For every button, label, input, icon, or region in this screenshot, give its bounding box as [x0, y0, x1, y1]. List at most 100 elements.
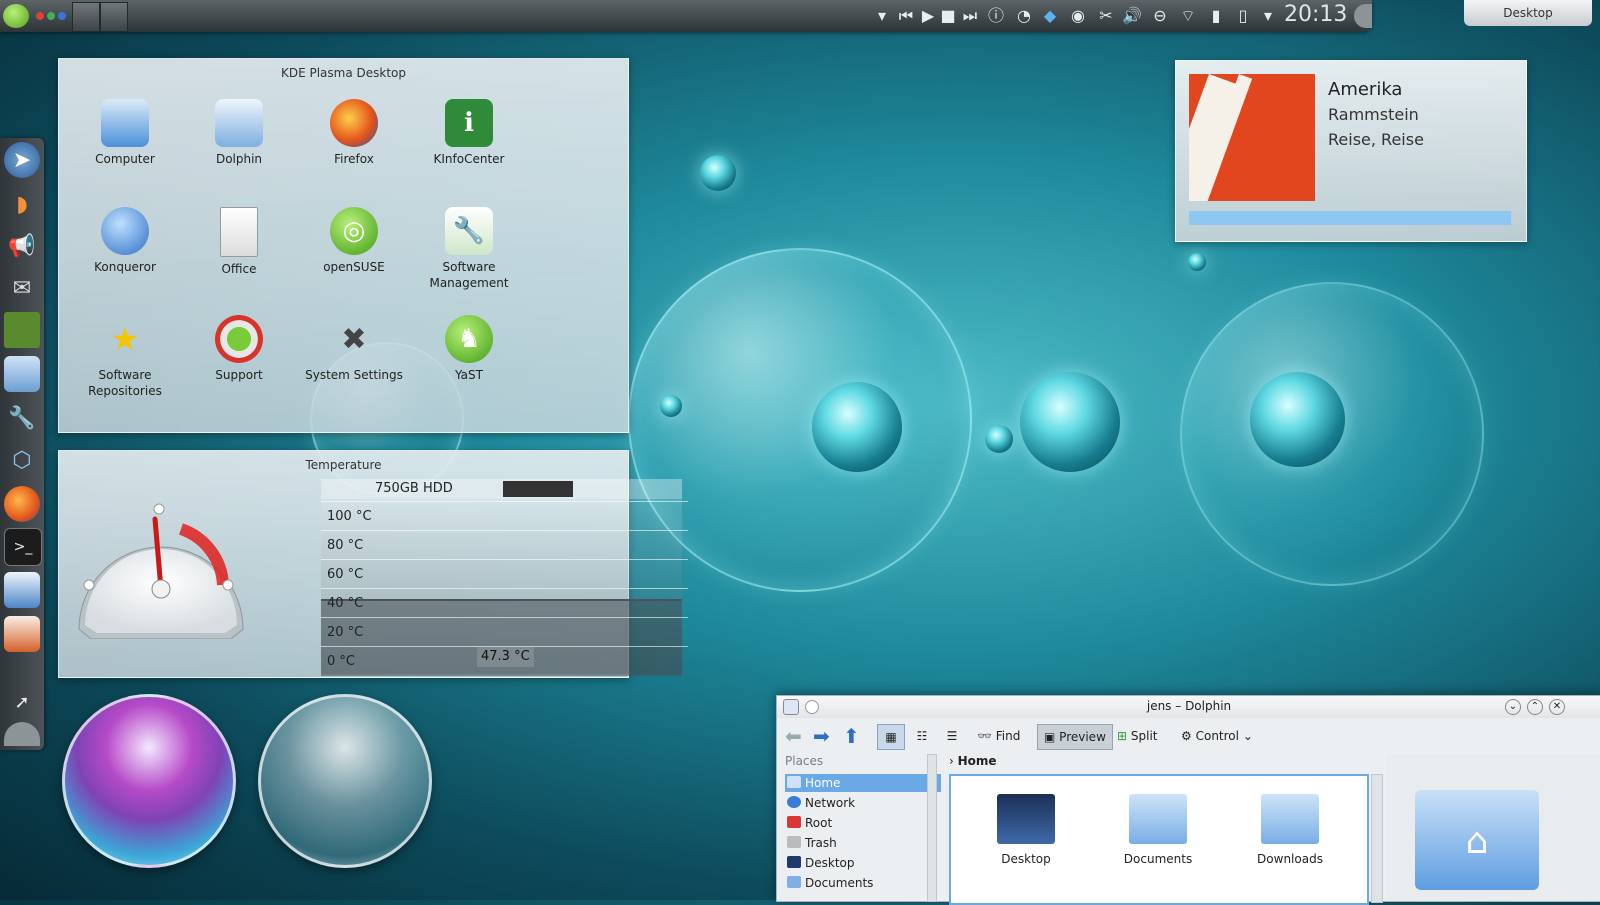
place-root[interactable]: Root — [785, 814, 941, 832]
empty-bubble-widget[interactable] — [258, 694, 432, 868]
find-button[interactable]: 👓 Find — [977, 724, 1020, 748]
app-software-repositories[interactable]: ★ Software Repositories — [69, 315, 181, 399]
compact-view-button[interactable]: ☷ — [909, 724, 935, 748]
breadcrumb-home[interactable]: Home — [958, 754, 997, 768]
file-view[interactable]: Desktop Documents Downloads — [949, 774, 1369, 905]
control-button[interactable]: ⚙ Control ⌄ — [1181, 724, 1253, 748]
forward-arrow-icon[interactable]: ➡ — [813, 724, 830, 748]
app-konqueror[interactable]: Konqueror — [69, 207, 181, 275]
play-icon[interactable]: ▶ — [918, 6, 938, 26]
clock[interactable]: 20:13 — [1284, 2, 1347, 27]
stop-icon[interactable]: ■ — [938, 6, 958, 26]
dock-kmail-icon[interactable]: ➤ — [4, 142, 40, 178]
preview-button[interactable]: ▣ Preview — [1037, 724, 1113, 750]
app-firefox[interactable]: Firefox — [298, 99, 410, 167]
title-bar[interactable]: jens – Dolphin ⌄ ⌃ ✕ — [777, 696, 1600, 718]
left-dock: ➤ ◗ 📢 ✉ 🔧 ⬡ >_ ➚ — [0, 138, 44, 750]
dock-impress-icon[interactable] — [4, 616, 40, 652]
dropbox-icon[interactable]: ◆ — [1040, 6, 1060, 26]
yast-icon: ♞ — [445, 315, 493, 363]
split-icon: ⊞ — [1117, 729, 1128, 743]
dock-writer-icon[interactable] — [4, 572, 40, 608]
wallpaper-orb — [812, 382, 902, 472]
app-office[interactable]: Office — [183, 207, 295, 277]
app-kinfocenter[interactable]: ℹ KInfoCenter — [413, 99, 525, 167]
phone-icon[interactable]: ▯ — [1233, 6, 1253, 26]
album-cover[interactable] — [1189, 74, 1315, 201]
dolphin-icon — [215, 99, 263, 147]
app-system-settings[interactable]: ✖ System Settings — [298, 315, 410, 383]
tray-chevron-down-icon[interactable]: ▾ — [872, 6, 892, 26]
place-home[interactable]: Home — [785, 774, 941, 792]
wifi-icon[interactable]: ⌔ — [1178, 6, 1198, 26]
details-view-button[interactable]: ☰ — [939, 724, 965, 748]
usb-icon[interactable]: ⊖ — [1150, 6, 1170, 26]
house-icon: ⌂ — [1465, 821, 1489, 862]
app-software-management[interactable]: 🔧 Software Management — [413, 207, 525, 291]
track-progress-bar[interactable] — [1189, 211, 1511, 225]
dock-kontact-icon[interactable]: ◗ — [4, 186, 40, 222]
place-network[interactable]: Network — [785, 794, 941, 812]
back-arrow-icon[interactable]: ⬅ — [785, 724, 802, 748]
maximize-icon[interactable]: ⌃ — [1527, 699, 1543, 715]
split-button[interactable]: ⊞ Split — [1117, 724, 1158, 748]
places-scrollbar[interactable] — [927, 754, 937, 902]
dock-toolbox-icon[interactable] — [4, 722, 40, 746]
activity-dot-green-icon[interactable] — [47, 12, 55, 20]
dock-minecraft-icon[interactable] — [4, 312, 40, 348]
documents-folder-icon — [1129, 794, 1187, 844]
application-launcher-icon[interactable] — [3, 4, 29, 28]
app-support[interactable]: Support — [183, 315, 295, 383]
klipper-scissors-icon[interactable]: ✂ — [1096, 6, 1116, 26]
close-icon[interactable]: ✕ — [1549, 699, 1565, 715]
dock-system-settings-icon[interactable]: 🔧 — [4, 400, 40, 436]
tray-expand-chevron-icon[interactable]: ▾ — [1258, 6, 1278, 26]
now-playing-widget: Amerika Rammstein Reise, Reise — [1175, 60, 1527, 242]
find-label: Find — [995, 729, 1021, 743]
updater-icon[interactable]: ◔ — [1014, 6, 1034, 26]
dock-terminal-icon[interactable]: >_ — [4, 528, 42, 566]
activity-dot-blue-icon[interactable] — [58, 12, 66, 20]
app-yast[interactable]: ♞ YaST — [413, 315, 525, 383]
dock-firefox-icon[interactable] — [4, 486, 40, 522]
place-documents[interactable]: Documents — [785, 874, 941, 892]
dock-image-viewer-icon[interactable]: ✉ — [4, 270, 40, 306]
app-dolphin[interactable]: Dolphin — [183, 99, 295, 167]
folder-view-widget: KDE Plasma Desktop Computer Dolphin Fire… — [58, 58, 629, 433]
desktop-toolbox-button[interactable]: Desktop — [1464, 0, 1592, 26]
app-opensuse[interactable]: ◎ openSUSE — [298, 207, 410, 275]
place-desktop[interactable]: Desktop — [785, 854, 941, 872]
skip-back-icon[interactable]: ⏮ — [896, 6, 916, 26]
file-documents[interactable]: Documents — [1103, 794, 1213, 866]
battery-icon[interactable]: ▮ — [1206, 6, 1226, 26]
device-header: 750GB HDD — [321, 479, 682, 499]
color-bubble-widget[interactable] — [62, 694, 236, 868]
up-arrow-icon[interactable]: ⬆ — [843, 724, 860, 748]
konqueror-icon — [101, 207, 149, 255]
dolphin-window: jens – Dolphin ⌄ ⌃ ✕ ⬅ ➡ ⬆ ▦ ☷ ☰ 👓 Find … — [776, 695, 1600, 905]
dock-pointer-icon[interactable]: ➚ — [4, 684, 40, 720]
place-trash[interactable]: Trash — [785, 834, 941, 852]
software-repositories-icon: ★ — [110, 320, 140, 358]
skip-forward-icon[interactable]: ⏭ — [960, 6, 980, 26]
file-desktop[interactable]: Desktop — [971, 794, 1081, 866]
dock-choqok-icon[interactable]: 📢 — [4, 228, 40, 264]
gear-icon: ⚙ — [1181, 729, 1192, 743]
pager-desktop-2[interactable] — [100, 2, 128, 32]
scale-60: 60 °C — [321, 559, 688, 588]
network-manager-icon[interactable]: ◉ — [1068, 6, 1088, 26]
app-computer[interactable]: Computer — [69, 99, 181, 167]
file-downloads[interactable]: Downloads — [1235, 794, 1345, 866]
panel-toolbox-icon[interactable] — [1354, 4, 1372, 28]
app-label: Software Repositories — [88, 368, 162, 398]
volume-icon[interactable]: 🔊 — [1122, 6, 1142, 26]
dock-virtualbox-icon[interactable]: ⬡ — [4, 442, 40, 478]
file-view-scrollbar[interactable] — [1371, 774, 1383, 903]
pager-desktop-1[interactable] — [72, 2, 100, 32]
dock-dolphin-icon[interactable] — [4, 356, 40, 392]
activity-dot-red-icon[interactable] — [36, 12, 44, 20]
breadcrumb[interactable]: › Home — [949, 754, 997, 768]
info-icon[interactable]: ⓘ — [986, 6, 1006, 26]
minimize-icon[interactable]: ⌄ — [1505, 699, 1521, 715]
icons-view-button[interactable]: ▦ — [877, 724, 905, 750]
